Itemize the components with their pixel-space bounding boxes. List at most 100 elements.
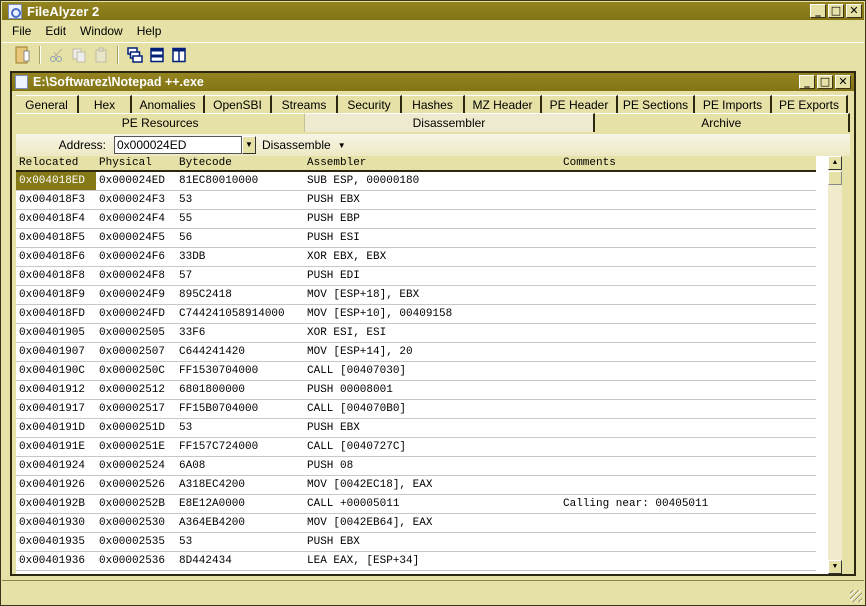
disassemble-button[interactable]: Disassemble ▼ [262,138,346,152]
column-header-assembler[interactable]: Assembler [304,156,560,170]
arrow-up-icon: ▲ [832,159,838,167]
table-row[interactable]: 0x0040190C 0x0000250C FF1530704000 CALL [00… [16,362,816,381]
column-header-bytecode[interactable]: Bytecode [176,156,304,170]
table-row[interactable]: 0x004018F8 0x000024F8 57 PUSH EDI [16,267,816,286]
table-row[interactable]: 0x00401924 0x00002524 6A08 PUSH 08 [16,457,816,476]
column-header-relocated[interactable]: Relocated [16,156,96,170]
tab-row-2: PE Resources Disassembler Archive [16,113,850,132]
cell-relocated: 0x0040190C [19,365,86,377]
tab-archive[interactable]: Archive [594,113,850,132]
cell-comments [560,210,816,228]
tab-general[interactable]: General [16,95,79,113]
table-row[interactable]: 0x0040192B 0x0000252B E8E12A0000 CALL +0000… [16,495,816,514]
cell-bytecode: 33DB [179,251,206,263]
table-row[interactable]: 0x00401936 0x00002536 8D442434 LEA EAX, [ES… [16,552,816,571]
column-header-comments[interactable]: Comments [560,156,816,170]
maximize-button[interactable]: □ [828,4,844,18]
copy-button[interactable] [68,45,90,65]
cell-physical: 0x000024F4 [99,213,166,225]
tile-vertical-button[interactable] [168,45,190,65]
table-row[interactable]: 0x0040191D 0x0000251D 53 PUSH EBX [16,419,816,438]
cell-comments [560,381,816,399]
resize-grip-icon[interactable] [850,590,862,602]
cell-assembler: PUSH EDI [307,270,360,282]
tab-disassembler[interactable]: Disassembler [305,113,595,132]
paste-button[interactable] [90,45,112,65]
tab-anomalies[interactable]: Anomalies [132,95,205,113]
doc-close-button[interactable]: ✕ [835,75,851,89]
menu-edit[interactable]: Edit [37,24,72,38]
cell-relocated: 0x004018F4 [19,213,86,225]
tab-security[interactable]: Security [338,95,402,113]
cell-physical: 0x0000251E [99,441,166,453]
cell-comments [560,172,816,190]
scroll-thumb[interactable] [828,171,842,185]
toolbar-separator [39,46,41,64]
cell-assembler: MOV [ESP+14], 20 [307,346,413,358]
doc-minimize-button[interactable]: _ [799,75,815,89]
menu-window[interactable]: Window [72,24,129,38]
cell-relocated: 0x004018ED [16,172,96,190]
cell-comments [560,286,816,304]
tab-pe-header[interactable]: PE Header [542,95,618,113]
table-row[interactable]: 0x004018F6 0x000024F6 33DB XOR EBX, EBX [16,248,816,267]
table-row[interactable]: 0x00401907 0x00002507 C644241420 MOV [ESP+1… [16,343,816,362]
table-row[interactable]: 0x004018F9 0x000024F9 895C2418 MOV [ESP+18]… [16,286,816,305]
table-row[interactable]: 0x00401935 0x00002535 53 PUSH EBX [16,533,816,552]
cascade-button[interactable] [124,45,146,65]
open-file-icon [15,46,30,64]
toolbar-separator [117,46,119,64]
tab-hex[interactable]: Hex [79,95,132,113]
cell-bytecode: 53 [179,194,193,206]
tab-streams[interactable]: Streams [272,95,338,113]
table-row[interactable]: 0x004018F5 0x000024F5 56 PUSH ESI [16,229,816,248]
table-row[interactable]: 0x00401912 0x00002512 6801800000 PUSH 00008… [16,381,816,400]
close-button[interactable]: ✕ [846,4,862,18]
cell-assembler: MOV [0042EC18], EAX [307,479,433,491]
cell-relocated: 0x00401930 [19,517,86,529]
cell-assembler: PUSH EBX [307,422,360,434]
address-dropdown-button[interactable]: ▼ [242,136,256,154]
table-row[interactable]: 0x004018FD 0x000024FD C744241058914000 MOV … [16,305,816,324]
minimize-button[interactable]: _ [810,4,826,18]
scroll-up-button[interactable]: ▲ [828,156,842,170]
cell-comments [560,514,816,532]
table-row[interactable]: 0x00401917 0x00002517 FF15B0704000 CALL [00… [16,400,816,419]
table-row[interactable]: 0x00401930 0x00002530 A364EB4200 MOV [0042E… [16,514,816,533]
tab-opensbi[interactable]: OpenSBI [205,95,272,113]
tab-hashes[interactable]: Hashes [402,95,465,113]
table-row[interactable]: 0x0040191E 0x0000251E FF157C724000 CALL [00… [16,438,816,457]
open-file-button[interactable] [12,45,34,65]
scroll-down-button[interactable]: ▼ [828,560,842,574]
app-title-bar[interactable]: FileAlyzer 2 _ □ ✕ [2,2,864,20]
tab-pe-sections[interactable]: PE Sections [618,95,695,113]
grid-body: 0x004018ED 0x000024ED 81EC80010000 SUB ESP,… [16,172,842,571]
tab-mz-header[interactable]: MZ Header [465,95,542,113]
menu-file[interactable]: File [2,24,37,38]
tab-pe-resources[interactable]: PE Resources [16,113,306,132]
app-title: FileAlyzer 2 [27,3,100,19]
menu-help[interactable]: Help [129,24,168,38]
cell-relocated: 0x00401926 [19,479,86,491]
vertical-scrollbar[interactable]: ▲ ▼ [828,156,842,574]
cell-physical: 0x0000251D [99,422,166,434]
tab-pe-imports[interactable]: PE Imports [695,95,772,113]
cell-assembler: MOV [ESP+10], 00409158 [307,308,453,320]
tile-horizontal-button[interactable] [146,45,168,65]
address-input[interactable]: 0x000024ED [114,136,242,154]
cell-bytecode: 56 [179,232,193,244]
doc-maximize-button[interactable]: □ [817,75,833,89]
cut-button[interactable] [46,45,68,65]
address-label: Address: [58,138,106,152]
cell-physical: 0x00002530 [99,517,166,529]
document-title-bar[interactable]: E:\Softwarez\Notepad ++.exe _ □ ✕ [12,73,854,91]
cell-assembler: PUSH EBX [307,194,360,206]
table-row[interactable]: 0x004018F3 0x000024F3 53 PUSH EBX [16,191,816,210]
column-header-physical[interactable]: Physical [96,156,176,170]
table-row[interactable]: 0x00401905 0x00002505 33F6 XOR ESI, ESI [16,324,816,343]
table-row[interactable]: 0x004018F4 0x000024F4 55 PUSH EBP [16,210,816,229]
tab-pe-exports[interactable]: PE Exports [772,95,848,113]
cell-relocated: 0x0040192B [19,498,86,510]
table-row[interactable]: 0x004018ED 0x000024ED 81EC80010000 SUB ESP,… [16,172,816,191]
table-row[interactable]: 0x00401926 0x00002526 A318EC4200 MOV [0042E… [16,476,816,495]
